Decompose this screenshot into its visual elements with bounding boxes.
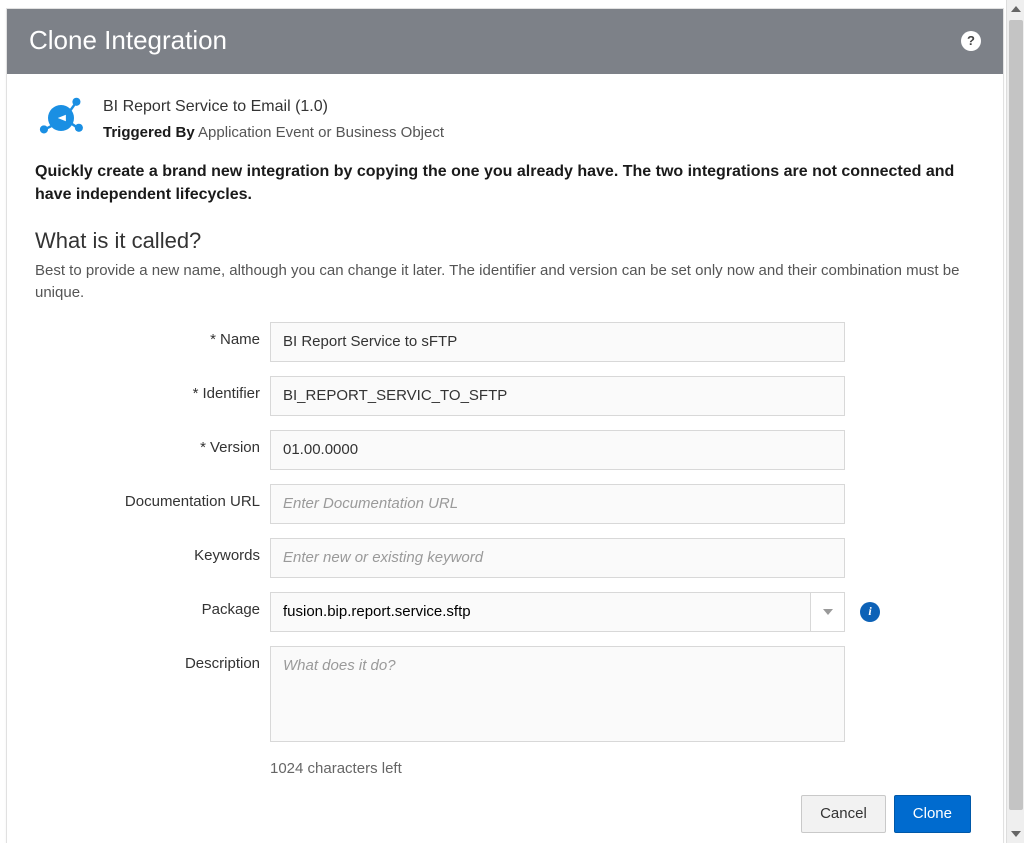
triggered-by-label: Triggered By [103, 124, 195, 141]
docurl-field[interactable] [270, 484, 845, 524]
chevron-down-icon [822, 606, 834, 618]
scrollbar[interactable] [1006, 0, 1024, 843]
package-field[interactable] [270, 592, 811, 632]
integration-summary: BI Report Service to Email (1.0) Trigger… [35, 92, 975, 148]
package-label: Package [35, 592, 270, 618]
description-field[interactable] [270, 646, 845, 742]
version-field[interactable] [270, 430, 845, 470]
integration-icon [35, 92, 87, 148]
integration-name: BI Report Service to Email (1.0) [103, 98, 444, 116]
section-hint: Best to provide a new name, although you… [35, 260, 975, 304]
help-icon[interactable]: ? [961, 31, 981, 51]
integration-trigger: Triggered By Application Event or Busine… [103, 124, 444, 141]
keywords-field[interactable] [270, 538, 845, 578]
scroll-up-button[interactable] [1007, 0, 1024, 18]
dialog-title: Clone Integration [29, 25, 227, 56]
name-field[interactable] [270, 322, 845, 362]
scroll-thumb[interactable] [1009, 20, 1023, 810]
docurl-label: Documentation URL [35, 484, 270, 510]
intro-text: Quickly create a brand new integration b… [35, 160, 975, 206]
keywords-label: Keywords [35, 538, 270, 564]
triggered-by-value: Application Event or Business Object [198, 124, 444, 141]
clone-integration-dialog: Clone Integration ? [6, 8, 1004, 843]
identifier-label: *Identifier [35, 376, 270, 402]
description-label: Description [35, 646, 270, 672]
identifier-field[interactable] [270, 376, 845, 416]
clone-button[interactable]: Clone [894, 795, 971, 833]
dialog-header: Clone Integration ? [7, 9, 1003, 74]
version-label: *Version [35, 430, 270, 456]
section-heading: What is it called? [35, 228, 975, 254]
char-counter: 1024 characters left [270, 760, 975, 777]
dialog-body: BI Report Service to Email (1.0) Trigger… [7, 74, 1003, 843]
name-label: *Name [35, 322, 270, 348]
scroll-down-button[interactable] [1007, 825, 1024, 843]
package-dropdown-button[interactable] [811, 592, 845, 632]
info-icon[interactable]: i [860, 602, 880, 622]
cancel-button[interactable]: Cancel [801, 795, 886, 833]
